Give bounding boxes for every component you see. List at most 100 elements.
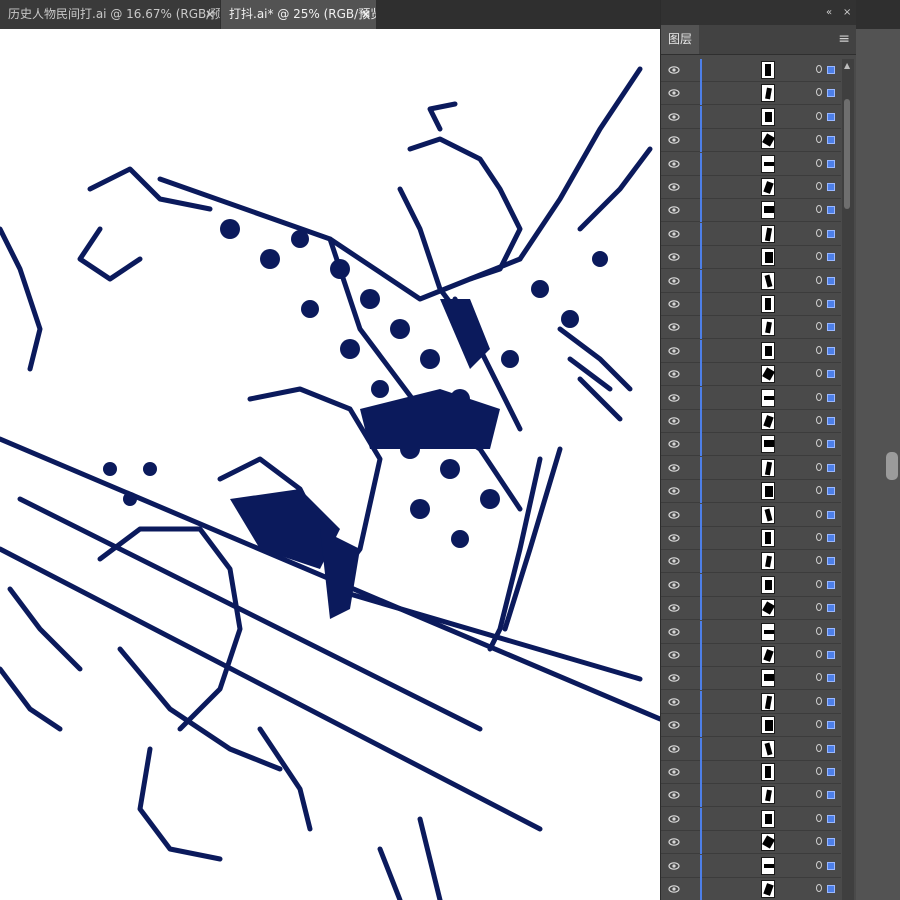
layer-row[interactable] xyxy=(661,59,841,82)
selection-square-icon[interactable] xyxy=(827,721,835,730)
layer-row[interactable] xyxy=(661,129,841,153)
target-circle-icon[interactable] xyxy=(816,65,822,73)
eye-icon[interactable] xyxy=(668,601,680,615)
eye-icon[interactable] xyxy=(668,461,680,475)
layer-row[interactable] xyxy=(661,714,841,738)
eye-icon[interactable] xyxy=(668,765,680,779)
layer-row[interactable] xyxy=(661,316,841,340)
tab-layers[interactable]: 图层 xyxy=(661,25,699,54)
layer-row[interactable] xyxy=(661,480,841,504)
selection-square-icon[interactable] xyxy=(827,183,835,191)
eye-icon[interactable] xyxy=(668,859,680,873)
eye-icon[interactable] xyxy=(668,437,680,451)
target-circle-icon[interactable] xyxy=(816,158,822,167)
tab-close-icon[interactable]: × xyxy=(204,0,216,29)
target-circle-icon[interactable] xyxy=(816,696,822,705)
target-circle-icon[interactable] xyxy=(816,88,822,97)
layer-row[interactable] xyxy=(661,737,841,761)
eye-icon[interactable] xyxy=(668,320,680,334)
layer-row[interactable] xyxy=(661,386,841,410)
collapse-panel-icon[interactable]: « xyxy=(826,7,832,18)
layer-row[interactable] xyxy=(661,761,841,784)
selection-square-icon[interactable] xyxy=(827,557,835,566)
target-circle-icon[interactable] xyxy=(816,509,822,518)
selection-square-icon[interactable] xyxy=(827,393,835,402)
eye-icon[interactable] xyxy=(668,86,680,100)
layer-row[interactable] xyxy=(661,199,841,223)
eye-icon[interactable] xyxy=(668,297,680,311)
eye-icon[interactable] xyxy=(668,227,680,241)
layer-row[interactable] xyxy=(661,690,841,714)
eye-icon[interactable] xyxy=(668,63,680,77)
layer-row[interactable] xyxy=(661,152,841,176)
eye-icon[interactable] xyxy=(668,812,680,826)
target-circle-icon[interactable] xyxy=(816,369,822,378)
tab-dadou[interactable]: 打抖.ai* @ 25% (RGB/预览) × xyxy=(221,0,376,29)
target-circle-icon[interactable] xyxy=(816,813,822,822)
target-circle-icon[interactable] xyxy=(816,650,822,658)
selection-square-icon[interactable] xyxy=(827,89,835,98)
selection-square-icon[interactable] xyxy=(827,814,835,823)
target-circle-icon[interactable] xyxy=(816,603,822,612)
layer-row[interactable] xyxy=(661,644,841,667)
eye-icon[interactable] xyxy=(668,133,680,147)
target-circle-icon[interactable] xyxy=(816,486,822,495)
eye-icon[interactable] xyxy=(668,414,680,428)
layer-row[interactable] xyxy=(661,105,841,129)
target-circle-icon[interactable] xyxy=(816,556,822,565)
layer-row[interactable] xyxy=(661,246,841,270)
layer-row[interactable] xyxy=(661,573,841,597)
layer-row[interactable] xyxy=(661,222,841,246)
layer-row[interactable] xyxy=(661,293,841,316)
eye-icon[interactable] xyxy=(668,367,680,381)
target-circle-icon[interactable] xyxy=(816,626,822,635)
layer-row[interactable] xyxy=(661,667,841,691)
eye-icon[interactable] xyxy=(668,671,680,685)
target-circle-icon[interactable] xyxy=(816,673,822,682)
selection-square-icon[interactable] xyxy=(827,253,835,262)
eye-icon[interactable] xyxy=(668,391,680,405)
eye-icon[interactable] xyxy=(668,110,680,124)
selection-square-icon[interactable] xyxy=(827,206,835,215)
selection-square-icon[interactable] xyxy=(827,791,835,800)
eye-icon[interactable] xyxy=(668,531,680,545)
selection-square-icon[interactable] xyxy=(827,112,835,121)
layer-row[interactable] xyxy=(661,550,841,574)
selection-square-icon[interactable] xyxy=(827,417,835,425)
layer-row[interactable] xyxy=(661,433,841,457)
eye-icon[interactable] xyxy=(668,788,680,802)
selection-square-icon[interactable] xyxy=(827,744,835,753)
selection-square-icon[interactable] xyxy=(827,651,835,659)
layer-row[interactable] xyxy=(661,456,841,480)
target-circle-icon[interactable] xyxy=(816,579,822,588)
layer-row[interactable] xyxy=(661,269,841,293)
close-panel-icon[interactable]: × xyxy=(843,7,851,18)
target-circle-icon[interactable] xyxy=(816,790,822,799)
selection-square-icon[interactable] xyxy=(827,674,835,683)
target-circle-icon[interactable] xyxy=(816,837,822,846)
selection-square-icon[interactable] xyxy=(827,580,835,589)
eye-icon[interactable] xyxy=(668,578,680,592)
selection-square-icon[interactable] xyxy=(827,697,835,706)
eye-icon[interactable] xyxy=(668,835,680,849)
target-circle-icon[interactable] xyxy=(816,533,822,541)
eye-icon[interactable] xyxy=(668,508,680,522)
selection-square-icon[interactable] xyxy=(827,440,835,449)
eye-icon[interactable] xyxy=(668,882,680,896)
selection-square-icon[interactable] xyxy=(827,346,835,355)
eye-icon[interactable] xyxy=(668,180,680,194)
layer-row[interactable] xyxy=(661,176,841,199)
target-circle-icon[interactable] xyxy=(816,275,822,284)
selection-square-icon[interactable] xyxy=(827,300,835,308)
selection-square-icon[interactable] xyxy=(827,370,835,379)
selection-square-icon[interactable] xyxy=(827,229,835,238)
layer-row[interactable] xyxy=(661,784,841,808)
layer-row[interactable] xyxy=(661,620,841,644)
eye-icon[interactable] xyxy=(668,344,680,358)
selection-square-icon[interactable] xyxy=(827,66,835,74)
eye-icon[interactable] xyxy=(668,695,680,709)
selection-square-icon[interactable] xyxy=(827,838,835,847)
selection-square-icon[interactable] xyxy=(827,323,835,332)
selection-square-icon[interactable] xyxy=(827,768,835,776)
selection-square-icon[interactable] xyxy=(827,276,835,285)
